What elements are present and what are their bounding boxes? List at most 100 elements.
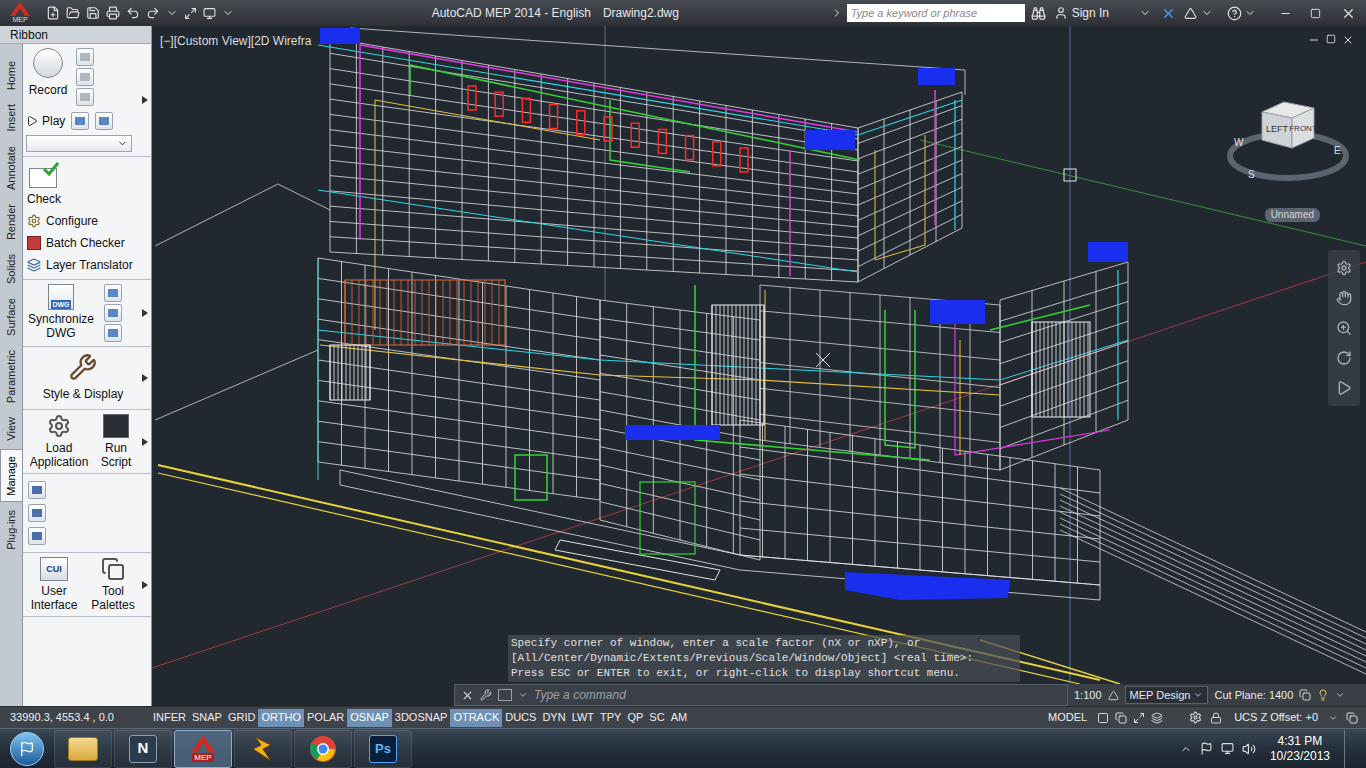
show-hidden-icons-icon[interactable] — [1180, 743, 1192, 755]
zoom-icon[interactable] — [1336, 320, 1352, 336]
preference-icon[interactable] — [71, 112, 89, 130]
volume-icon[interactable] — [1242, 742, 1256, 756]
user-icon[interactable] — [1054, 6, 1068, 20]
status-toggle[interactable]: LWT — [569, 709, 597, 727]
quick-access-icon[interactable] — [86, 6, 100, 20]
cut-plane-icon[interactable] — [1299, 689, 1311, 701]
style-display-button[interactable]: Style & Display — [26, 351, 140, 405]
recent-commands-icon[interactable] — [518, 690, 528, 700]
load-application-button[interactable]: Load Application — [26, 414, 92, 469]
viewport-icon[interactable] — [1133, 712, 1145, 724]
viewport-close-icon[interactable] — [1342, 34, 1354, 46]
drawings-icon[interactable] — [1151, 712, 1163, 724]
taskbar-app[interactable] — [54, 730, 112, 768]
sync-setup-icon[interactable] — [104, 284, 122, 302]
ucs-menu-icon[interactable] — [1328, 713, 1338, 723]
viewport-controls-label[interactable]: [−][Custom View][2D Wirefra — [160, 32, 312, 50]
model-wireframe[interactable] — [152, 26, 1366, 684]
workspace-menu-icon[interactable] — [222, 7, 234, 19]
layer-translator-button[interactable]: Layer Translator — [27, 256, 147, 274]
ribbon-tab[interactable]: Home — [0, 55, 22, 96]
display-icon[interactable] — [203, 7, 216, 20]
workspace-settings-icon[interactable] — [1189, 711, 1202, 724]
binoculars-icon[interactable] — [1031, 6, 1046, 21]
check-button[interactable]: Check — [27, 162, 147, 208]
ucs-menu[interactable]: Unnamed — [1265, 208, 1320, 222]
ribbon-tab[interactable]: Annotate — [0, 140, 22, 196]
quick-access-icon[interactable] — [126, 6, 140, 20]
drawing-area[interactable]: [−][Custom View][2D Wirefra LEFTFRONTWSE U… — [152, 26, 1366, 684]
status-toggle[interactable]: 3DOSNAP — [392, 709, 451, 727]
status-toggle[interactable]: SNAP — [189, 709, 225, 727]
status-toggle[interactable]: TPY — [597, 709, 624, 727]
customize-icon[interactable] — [480, 689, 492, 701]
steering-wheel-icon[interactable] — [1336, 260, 1352, 276]
search-expand-icon[interactable] — [831, 7, 843, 19]
viewport-minimize-icon[interactable] — [1308, 34, 1320, 46]
record-button[interactable]: Record — [26, 48, 70, 99]
isolate-icon[interactable] — [1317, 689, 1329, 701]
ribbon-tab[interactable]: Render — [0, 198, 22, 246]
synchronize-button[interactable]: DWGSynchronize DWG — [26, 284, 96, 340]
ribbon-tab[interactable]: Solids — [0, 248, 22, 290]
cut-plane[interactable]: Cut Plane: 1400 — [1214, 687, 1293, 704]
status-toggle[interactable]: OSNAP — [347, 709, 392, 727]
vba-editor-icon[interactable] — [28, 527, 46, 545]
annotation-scale[interactable]: 1:100 — [1074, 687, 1102, 704]
ribbon-tab[interactable]: Parametric — [0, 344, 22, 409]
search-field[interactable]: Type a keyword or phrase — [847, 4, 1025, 22]
annotation-visibility-icon[interactable] — [1108, 690, 1119, 701]
quick-access-icon[interactable] — [66, 6, 80, 20]
sync-update-icon[interactable] — [104, 324, 122, 342]
ribbon-tab[interactable]: View — [0, 411, 22, 447]
vba-manager-icon[interactable] — [28, 481, 46, 499]
view-cube[interactable]: LEFTFRONTWSE — [1226, 94, 1350, 186]
status-toggle[interactable]: DYN — [539, 709, 568, 727]
panel-expand-icon[interactable] — [142, 96, 148, 104]
command-input[interactable]: Type a command — [534, 686, 1061, 704]
ribbon-tab[interactable]: Insert — [0, 98, 22, 138]
taskbar-app[interactable] — [234, 730, 292, 768]
quick-access-icon[interactable] — [46, 6, 60, 20]
help-menu-icon[interactable] — [1244, 7, 1256, 19]
close-command-icon[interactable] — [461, 689, 474, 702]
vba-run-icon[interactable] — [28, 504, 46, 522]
action-center-icon[interactable] — [1200, 742, 1213, 755]
restore-button[interactable] — [1300, 0, 1330, 26]
status-toggle[interactable]: DUCS — [502, 709, 539, 727]
orbit-icon[interactable] — [1336, 350, 1352, 366]
app-menu-button[interactable]: MEP — [0, 0, 40, 26]
stay-connected-icon[interactable] — [1201, 7, 1213, 19]
viewport-restore-icon[interactable] — [1326, 34, 1336, 44]
status-toggle[interactable]: POLAR — [304, 709, 347, 727]
layout-icon[interactable] — [1097, 712, 1109, 724]
network-icon[interactable] — [1221, 742, 1234, 755]
command-line[interactable]: Type a command — [454, 684, 1068, 706]
panel-expand-icon[interactable] — [142, 309, 148, 317]
sign-in-button[interactable]: Sign In — [1072, 4, 1109, 22]
sign-in-menu-icon[interactable] — [1139, 7, 1151, 19]
ribbon-tab[interactable]: Manage — [0, 449, 22, 503]
minimize-button[interactable] — [1270, 0, 1300, 26]
pan-icon[interactable] — [1336, 290, 1352, 306]
taskbar-app[interactable]: MEP — [174, 730, 232, 768]
exchange-icon[interactable] — [1161, 6, 1176, 21]
status-toggle[interactable]: OTRACK — [450, 709, 502, 727]
help-icon[interactable] — [1227, 6, 1242, 21]
quick-access-icon[interactable] — [106, 6, 120, 20]
ucs-z-offset[interactable]: UCS Z Offset: +0 — [1234, 709, 1318, 726]
quick-access-icon[interactable] — [146, 6, 160, 20]
user-message-icon[interactable] — [76, 88, 94, 106]
status-toggle[interactable]: AM — [668, 709, 691, 727]
panel-expand-icon[interactable] — [142, 438, 148, 446]
status-toggle[interactable]: ORTHO — [258, 709, 304, 727]
taskbar-app[interactable]: Ps — [354, 730, 412, 768]
run-script-button[interactable]: Run Script — [94, 414, 138, 469]
workspace-icon[interactable] — [184, 7, 197, 20]
showmotion-icon[interactable] — [1336, 380, 1352, 396]
taskbar-app[interactable]: N — [114, 730, 172, 768]
status-menu-icon[interactable] — [1335, 690, 1345, 700]
macro-dropdown[interactable] — [26, 135, 132, 152]
start-button[interactable] — [0, 729, 54, 768]
status-toggle[interactable]: INFER — [150, 709, 189, 727]
